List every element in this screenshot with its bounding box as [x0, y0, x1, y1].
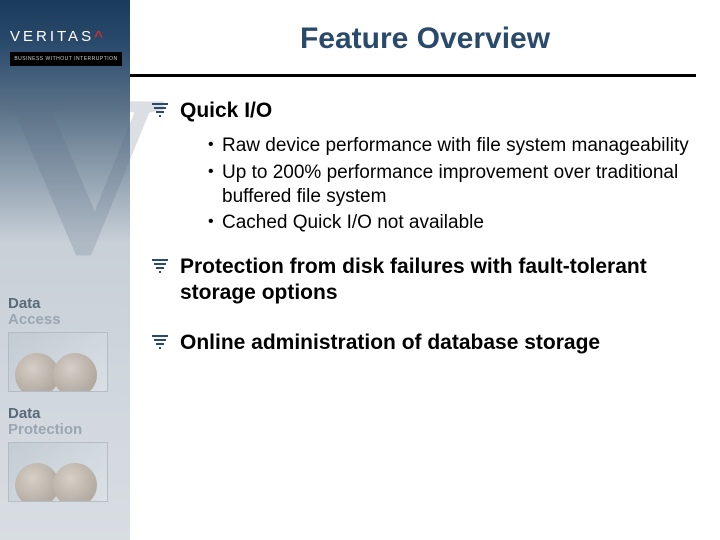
bullet-item: Online administration of database storag… — [150, 330, 690, 356]
brand-caret-icon: ^ — [94, 28, 106, 45]
side-card-line1: Data — [8, 405, 41, 422]
sub-list: •Raw device performance with file system… — [208, 134, 690, 235]
side-card-line2: Protection — [8, 421, 82, 438]
tornado-bullet-icon — [150, 334, 172, 350]
bullet-item: Quick I/O — [150, 98, 690, 124]
bullet-text: Quick I/O — [180, 98, 272, 124]
sub-text: Raw device performance with file system … — [222, 134, 689, 158]
sub-text: Up to 200% performance improvement over … — [222, 161, 690, 210]
dot-icon: • — [208, 211, 222, 233]
dot-icon: • — [208, 161, 222, 183]
watermark-v-icon: V — [0, 60, 150, 300]
side-card-thumb — [8, 442, 108, 502]
side-card-thumb — [8, 332, 108, 392]
brand-name: VERITAS — [10, 28, 94, 45]
sub-item: •Up to 200% performance improvement over… — [208, 161, 690, 210]
slide-body: Quick I/O •Raw device performance with f… — [150, 98, 690, 366]
sub-text: Cached Quick I/O not available — [222, 211, 484, 235]
brand-tagline: BUSINESS WITHOUT INTERRUPTION — [10, 52, 122, 66]
side-card-line2: Access — [8, 311, 61, 328]
sidebar: VERITAS^ BUSINESS WITHOUT INTERRUPTION V… — [0, 0, 130, 540]
tornado-bullet-icon — [150, 258, 172, 274]
slide-title: Feature Overview — [130, 22, 720, 56]
bullet-item: Protection from disk failures with fault… — [150, 254, 690, 307]
dot-icon: • — [208, 134, 222, 156]
side-card-access: Data Access — [0, 290, 130, 402]
side-card-protection: Data Protection — [0, 400, 130, 512]
bullet-text: Online administration of database storag… — [180, 330, 600, 356]
tornado-bullet-icon — [150, 102, 172, 118]
sub-item: •Cached Quick I/O not available — [208, 211, 690, 235]
sub-item: •Raw device performance with file system… — [208, 134, 690, 158]
side-card-line1: Data — [8, 295, 41, 312]
title-divider — [130, 74, 696, 77]
brand-logo: VERITAS^ — [10, 28, 106, 45]
bullet-text: Protection from disk failures with fault… — [180, 254, 690, 307]
